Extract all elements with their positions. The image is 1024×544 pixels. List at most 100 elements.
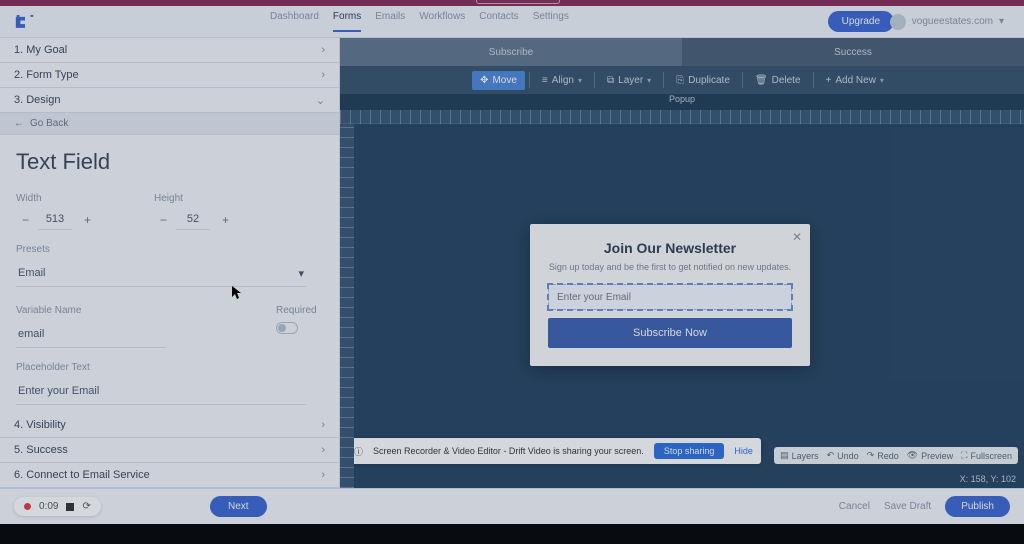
- tool-duplicate[interactable]: ⎘ Duplicate: [668, 71, 738, 90]
- upgrade-button[interactable]: Upgrade: [828, 11, 894, 32]
- height-increment[interactable]: +: [216, 212, 232, 228]
- nav-dashboard[interactable]: Dashboard: [270, 11, 319, 32]
- panel-title: Text Field: [16, 149, 323, 175]
- height-label: Height: [154, 193, 232, 204]
- placeholder-input[interactable]: [16, 379, 306, 405]
- varname-input[interactable]: [16, 322, 166, 348]
- popup-email-input[interactable]: [548, 284, 792, 310]
- cancel-button[interactable]: Cancel: [839, 501, 870, 512]
- popup-title: Join Our Newsletter: [548, 240, 792, 256]
- close-icon[interactable]: ✕: [792, 230, 802, 244]
- header-nav: Dashboard Forms Emails Workflows Contact…: [270, 11, 569, 32]
- step-connect-email[interactable]: 6. Connect to Email Service ›: [0, 463, 339, 488]
- move-icon: ✥: [480, 75, 488, 86]
- tool-move[interactable]: ✥ Move: [472, 71, 525, 90]
- share-message: Screen Recorder & Video Editor - Drift V…: [373, 446, 644, 456]
- next-button[interactable]: Next: [210, 496, 267, 517]
- canvas-stage-label: Popup: [340, 94, 1024, 110]
- width-label: Width: [16, 193, 94, 204]
- required-toggle[interactable]: [276, 322, 298, 334]
- tab-success[interactable]: Success: [682, 38, 1024, 66]
- chevron-down-icon: ▾: [578, 76, 582, 85]
- step-design[interactable]: 3. Design ⌄: [0, 88, 339, 113]
- varname-label: Variable Name: [16, 305, 166, 316]
- tool-label: Undo: [837, 451, 859, 461]
- nav-contacts[interactable]: Contacts: [479, 11, 518, 32]
- chevron-right-icon: ›: [321, 469, 325, 481]
- plus-icon: +: [826, 75, 832, 86]
- tool-align[interactable]: ≡ Align ▾: [534, 71, 590, 90]
- tool-label: Align: [552, 75, 574, 86]
- canvas-toolbar: ✥ Move ≡ Align ▾ ⧉ Layer ▾ ⎘ Duplicate: [340, 66, 1024, 94]
- step-label: 6. Connect to Email Service: [14, 469, 150, 481]
- nav-forms[interactable]: Forms: [333, 11, 361, 32]
- height-input[interactable]: [176, 210, 210, 230]
- recording-pill[interactable]: 0:09 ⟳: [14, 497, 101, 516]
- account-name: vogueestates.com: [912, 16, 993, 27]
- chevron-down-icon: ⌄: [316, 94, 325, 107]
- chevron-right-icon: ›: [321, 444, 325, 456]
- fullscreen-button[interactable]: ⛶ Fullscreen: [961, 450, 1012, 461]
- ruler-horizontal: [340, 110, 1024, 124]
- width-decrement[interactable]: −: [16, 212, 32, 228]
- tool-label: Delete: [772, 75, 801, 86]
- step-label: 5. Success: [14, 444, 68, 456]
- save-draft-button[interactable]: Save Draft: [884, 501, 931, 512]
- chevron-down-icon: ▾: [647, 76, 651, 85]
- undo-button[interactable]: ↶ Undo: [827, 450, 859, 461]
- chevron-right-icon: ›: [321, 69, 325, 81]
- tool-label: Preview: [921, 451, 953, 461]
- nav-settings[interactable]: Settings: [533, 11, 569, 32]
- preview-button[interactable]: 👁 Preview: [907, 450, 953, 461]
- step-my-goal[interactable]: 1. My Goal ›: [0, 38, 339, 63]
- chevron-down-icon: ▾: [880, 76, 884, 85]
- tool-label: Layers: [792, 451, 819, 461]
- layer-icon: ⧉: [607, 75, 614, 86]
- stop-icon[interactable]: [66, 503, 74, 511]
- newsletter-popup[interactable]: ✕ Join Our Newsletter Sign up today and …: [530, 224, 810, 366]
- width-stepper[interactable]: − +: [16, 210, 94, 230]
- go-back-button[interactable]: ← Go Back: [0, 113, 339, 135]
- canvas-tabs: Subscribe Success: [340, 38, 1024, 66]
- restart-icon[interactable]: ⟳: [82, 501, 90, 512]
- app-header: Dashboard Forms Emails Workflows Contact…: [0, 6, 1024, 38]
- publish-button[interactable]: Publish: [945, 496, 1010, 517]
- hide-button[interactable]: Hide: [734, 446, 753, 456]
- nav-emails[interactable]: Emails: [375, 11, 405, 32]
- stop-sharing-button[interactable]: Stop sharing: [654, 443, 725, 459]
- placeholder-label: Placeholder Text: [16, 362, 323, 373]
- duplicate-icon: ⎘: [676, 75, 684, 86]
- tool-label: Fullscreen: [970, 451, 1012, 461]
- tool-layer[interactable]: ⧉ Layer ▾: [599, 71, 659, 90]
- tool-add-new[interactable]: + Add New ▾: [818, 71, 892, 90]
- tool-label: Move: [492, 75, 516, 86]
- promo-button[interactable]: Get Action Code: [476, 0, 560, 4]
- canvas-stage[interactable]: ✕ Join Our Newsletter Sign up today and …: [340, 124, 1024, 488]
- step-form-type[interactable]: 2. Form Type ›: [0, 63, 339, 88]
- chevron-right-icon: ›: [321, 419, 325, 431]
- redo-button[interactable]: ↷ Redo: [867, 450, 899, 461]
- chevron-down-icon: ▾: [298, 267, 304, 280]
- presets-value: Email: [18, 267, 46, 279]
- step-label: 3. Design: [14, 94, 60, 106]
- arrow-left-icon: ←: [14, 118, 24, 129]
- tool-label: Redo: [877, 451, 899, 461]
- go-back-label: Go Back: [30, 118, 68, 129]
- app-logo-icon[interactable]: [14, 15, 36, 29]
- tool-delete[interactable]: 🗑 Delete: [747, 71, 809, 90]
- width-input[interactable]: [38, 210, 72, 230]
- tool-label: Duplicate: [688, 75, 730, 86]
- layers-button[interactable]: ▤ Layers: [780, 450, 819, 461]
- height-field: Height − +: [154, 193, 232, 230]
- nav-workflows[interactable]: Workflows: [419, 11, 465, 32]
- step-visibility[interactable]: 4. Visibility ›: [0, 413, 339, 438]
- step-success[interactable]: 5. Success ›: [0, 438, 339, 463]
- height-stepper[interactable]: − +: [154, 210, 232, 230]
- popup-subscribe-button[interactable]: Subscribe Now: [548, 318, 792, 348]
- presets-select[interactable]: Email ▾: [16, 261, 306, 287]
- width-increment[interactable]: +: [78, 212, 94, 228]
- height-decrement[interactable]: −: [154, 212, 170, 228]
- account-menu[interactable]: vogueestates.com ▾: [890, 14, 1004, 30]
- tab-subscribe[interactable]: Subscribe: [340, 38, 682, 66]
- trash-icon: 🗑: [755, 75, 768, 86]
